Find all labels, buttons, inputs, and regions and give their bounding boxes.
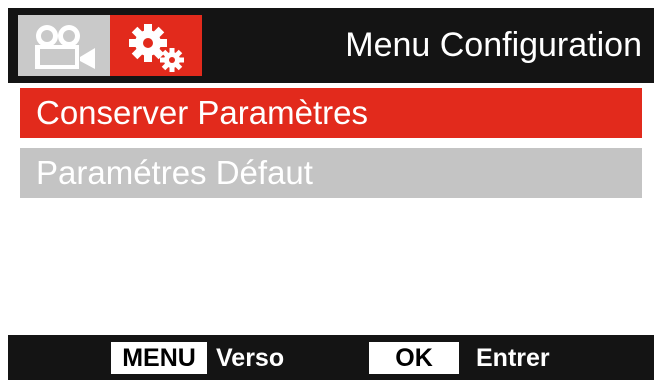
- menu-item-default-settings[interactable]: Paramétres Défaut: [20, 148, 642, 198]
- tab-settings[interactable]: [110, 15, 202, 76]
- gears-icon: [110, 15, 202, 76]
- dashcam-screen: Menu Configuration Conserver Paramètres …: [8, 8, 654, 380]
- ok-key[interactable]: OK: [369, 342, 459, 374]
- header-bar: Menu Configuration: [8, 8, 654, 83]
- ok-key-action: Entrer: [476, 344, 550, 372]
- video-camera-icon: [18, 15, 110, 76]
- tab-video[interactable]: [18, 15, 110, 76]
- menu-key[interactable]: MENU: [111, 342, 207, 374]
- menu-item-keep-settings[interactable]: Conserver Paramètres: [20, 88, 642, 138]
- footer-bar: MENU Verso OK Entrer: [8, 335, 654, 380]
- page-title: Menu Configuration: [345, 26, 642, 64]
- menu-key-action: Verso: [216, 344, 285, 372]
